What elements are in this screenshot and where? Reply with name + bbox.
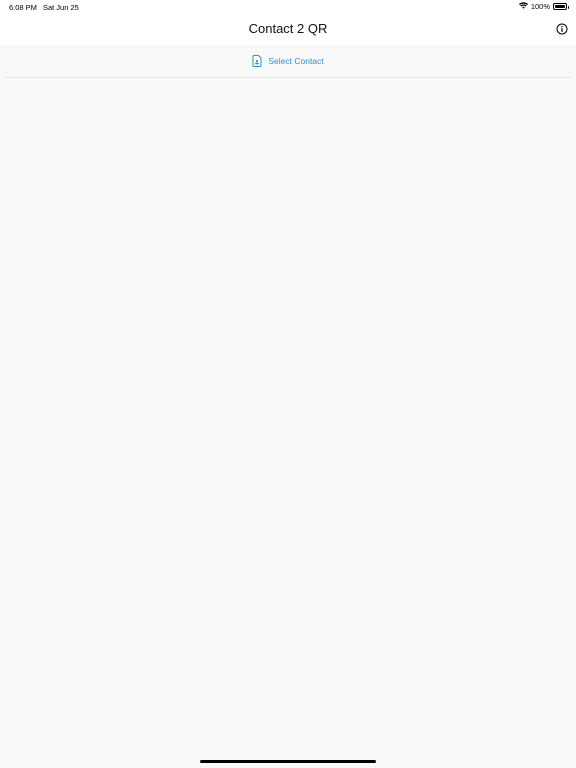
page-title: Contact 2 QR [248, 21, 328, 36]
status-time: 6:08 PM [9, 3, 37, 12]
select-contact-button[interactable]: Select Contact [252, 55, 324, 67]
select-contact-label: Select Contact [268, 56, 324, 66]
status-left: 6:08 PM Sat Jun 25 [9, 3, 79, 12]
status-bar: 6:08 PM Sat Jun 25 100% [0, 0, 576, 14]
info-button[interactable] [555, 22, 568, 35]
battery-percent: 100% [530, 2, 550, 11]
battery-cap [567, 6, 569, 9]
info-icon [556, 23, 567, 34]
contact-document-icon [252, 55, 262, 67]
home-indicator[interactable] [200, 760, 376, 763]
navigation-bar: Contact 2 QR [0, 14, 576, 45]
status-date: Sat Jun 25 [42, 3, 79, 12]
content-area [0, 78, 576, 758]
battery-fill [555, 5, 565, 8]
status-right: 100% [518, 2, 569, 11]
action-row: Select Contact [0, 45, 576, 77]
battery-icon [553, 3, 569, 10]
app-screen: 6:08 PM Sat Jun 25 100% Contact 2 QR Sel… [0, 0, 576, 768]
wifi-icon [518, 2, 528, 11]
